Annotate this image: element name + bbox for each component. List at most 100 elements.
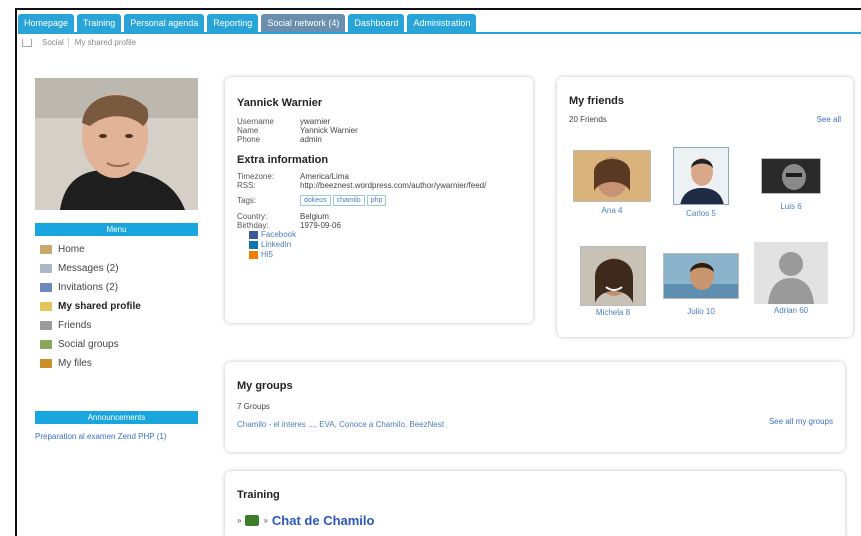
sidebar-item-label: Home xyxy=(58,244,85,255)
facebook-label: Facebook xyxy=(261,230,297,239)
profile-details: Username ywarnier Name Yannick Warnier P… xyxy=(237,117,521,144)
country-label: Country: xyxy=(237,212,268,221)
course-item[interactable]: » » Chat de Chamilo xyxy=(237,513,833,528)
friend-item[interactable]: Ana 4 xyxy=(573,150,651,215)
sidebar-item-label: Social groups xyxy=(58,339,119,350)
facebook-icon xyxy=(249,231,258,239)
name-label: Name xyxy=(237,126,259,135)
friend-item[interactable]: Luis 6 xyxy=(761,158,821,211)
training-title: Training xyxy=(237,489,280,501)
social-links: Facebook LinkedIn Hi5 xyxy=(249,230,521,260)
friend-avatar xyxy=(754,242,828,304)
messages-icon xyxy=(40,264,52,273)
breadcrumb-current: My shared profile xyxy=(74,38,137,47)
extra-info: Timezone: America/Lima RSS: http://beezn… xyxy=(237,172,521,230)
tab-homepage[interactable]: Homepage xyxy=(18,14,75,32)
rss-value[interactable]: http://beeznest.wordpress.com/author/ywa… xyxy=(300,181,486,190)
friend-item[interactable]: Carlos 5 xyxy=(673,147,729,218)
linkedin-label: LinkedIn xyxy=(261,240,292,249)
tags-list: dokeos chamilo php xyxy=(300,195,521,206)
birthday-value: 1979-09-06 xyxy=(300,221,341,230)
username-value: ywarnier xyxy=(300,117,331,126)
friends-count: 20 Friends xyxy=(569,115,607,124)
groups-icon xyxy=(40,340,52,349)
groups-title: My groups xyxy=(237,380,293,392)
friend-name: Julio 10 xyxy=(687,307,715,316)
username-label: Username xyxy=(237,117,274,126)
friend-item[interactable]: Julio 10 xyxy=(663,253,739,316)
profile-photo xyxy=(35,78,198,210)
tab-underline xyxy=(18,32,861,34)
profile-card: Yannick Warnier Username ywarnier Name Y… xyxy=(225,77,533,323)
tag-item[interactable]: dokeos xyxy=(300,195,331,206)
groups-links[interactable]: Chamilo - el interes ..., EVA, Conoce a … xyxy=(237,420,833,429)
tab-social-network[interactable]: Social network (4) xyxy=(261,14,346,32)
tab-personal-agenda[interactable]: Personal agenda xyxy=(124,14,205,32)
see-all-friends-link[interactable]: See all xyxy=(817,115,841,124)
hi5-icon xyxy=(249,251,258,259)
tags-label: Tags: xyxy=(237,196,257,205)
tag-item[interactable]: chamilo xyxy=(332,195,365,206)
phone-label: Phone xyxy=(237,135,261,144)
sidebar-item-invitations[interactable]: Invitations (2) xyxy=(40,278,200,297)
friends-icon xyxy=(40,321,52,330)
sidebar-item-friends[interactable]: Friends xyxy=(40,316,200,335)
breadcrumb-social[interactable]: Social xyxy=(38,38,69,47)
sidebar-item-home[interactable]: Home xyxy=(40,240,200,259)
arrow-icon: » xyxy=(263,516,268,525)
facebook-link[interactable]: Facebook xyxy=(249,230,521,240)
tab-training[interactable]: Training xyxy=(77,14,122,32)
sidebar-item-social-groups[interactable]: Social groups xyxy=(40,335,200,354)
friend-name: Adrian 60 xyxy=(773,306,809,315)
extra-info-title: Extra information xyxy=(237,154,329,166)
sidebar-menu: Home Messages (2) Invitations (2) My sha… xyxy=(40,240,200,373)
rss-label: RSS: xyxy=(237,181,256,190)
timezone-label: Timezone: xyxy=(237,172,275,181)
phone-value: admin xyxy=(300,135,322,144)
linkedin-link[interactable]: LinkedIn xyxy=(249,240,521,250)
friends-count-row: 20 Friends See all xyxy=(569,115,841,124)
sidebar-item-messages[interactable]: Messages (2) xyxy=(40,259,200,278)
announcements-header: Announcements xyxy=(35,411,198,424)
tab-dashboard[interactable]: Dashboard xyxy=(348,14,405,32)
timezone-value: America/Lima xyxy=(300,172,349,181)
training-card: Training » » Chat de Chamilo xyxy=(225,471,845,536)
course-icon xyxy=(245,515,260,526)
friend-avatar xyxy=(761,158,821,194)
friend-avatar xyxy=(580,246,646,306)
hi5-link[interactable]: Hi5 xyxy=(249,250,521,260)
country-value: Belgium xyxy=(300,212,329,221)
friend-item[interactable]: Michela 8 xyxy=(580,246,646,317)
sidebar-item-label: My shared profile xyxy=(58,301,141,312)
sidebar-item-label: Messages (2) xyxy=(58,263,119,274)
tab-administration[interactable]: Administration xyxy=(407,14,477,32)
friend-item[interactable]: Adrian 60 xyxy=(754,242,828,315)
friends-title: My friends xyxy=(569,95,625,107)
sidebar-item-label: Friends xyxy=(58,320,92,331)
friend-name: Luis 6 xyxy=(780,202,802,211)
tab-reporting[interactable]: Reporting xyxy=(207,14,259,32)
announcement-link[interactable]: Preparation al examen Zend PHP (1) xyxy=(35,432,200,442)
sidebar-item-label: My files xyxy=(58,358,92,369)
tag-item[interactable]: php xyxy=(366,195,387,206)
home-icon[interactable] xyxy=(22,38,32,47)
friend-name: Carlos 5 xyxy=(686,209,716,218)
friend-avatar xyxy=(673,147,729,205)
hi5-label: Hi5 xyxy=(261,250,274,259)
folder-icon xyxy=(40,302,52,311)
files-icon xyxy=(40,359,52,368)
name-value: Yannick Warnier xyxy=(300,126,358,135)
bullet-icon: » xyxy=(237,516,242,525)
friend-name: Ana 4 xyxy=(601,206,623,215)
sidebar-item-my-shared-profile[interactable]: My shared profile xyxy=(40,297,200,316)
course-name[interactable]: Chat de Chamilo xyxy=(272,513,375,528)
home-icon xyxy=(40,245,52,254)
invitations-icon xyxy=(40,283,52,292)
groups-count: 7 Groups xyxy=(237,402,270,411)
friend-name: Michela 8 xyxy=(595,308,631,317)
menu-header: Menu xyxy=(35,223,198,236)
see-all-groups-link[interactable]: See all my groups xyxy=(769,417,833,426)
friend-avatar xyxy=(663,253,739,299)
profile-name: Yannick Warnier xyxy=(237,97,323,109)
sidebar-item-my-files[interactable]: My files xyxy=(40,354,200,373)
